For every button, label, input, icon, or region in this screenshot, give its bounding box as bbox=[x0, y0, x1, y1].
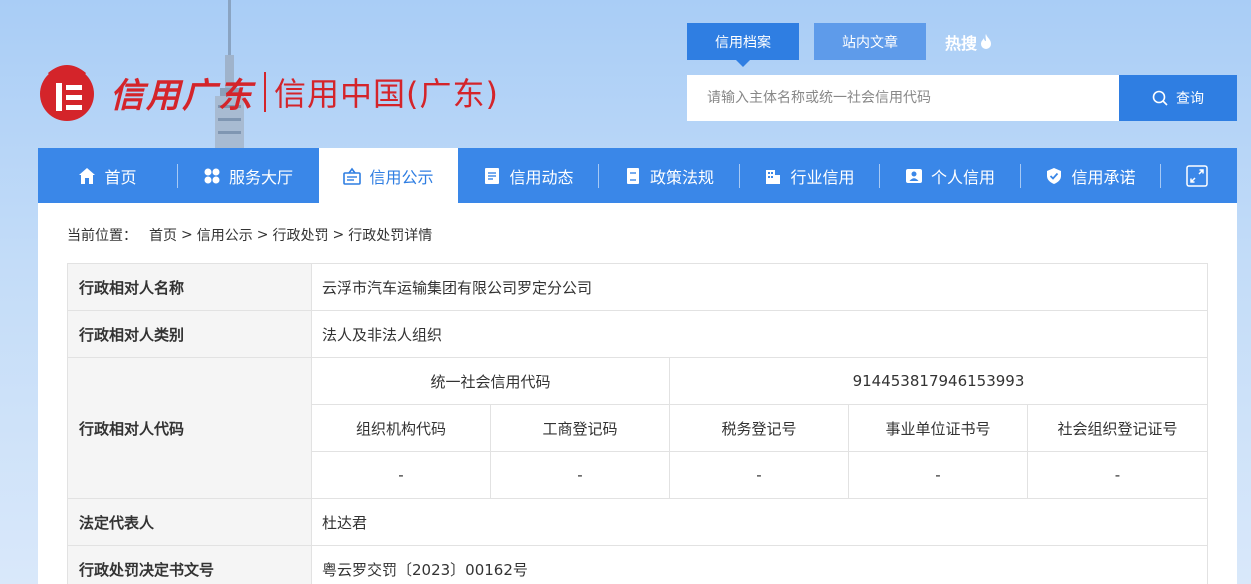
hot-search-link[interactable]: 热搜 bbox=[945, 30, 993, 54]
nav-item-credit-news[interactable]: 信用动态 bbox=[459, 148, 598, 203]
institution-cert-header: 事业单位证书号 bbox=[848, 404, 1028, 452]
breadcrumb-link-home[interactable]: 首页 bbox=[149, 225, 177, 245]
table-row: 行政处罚决定书文号 粤云罗交罚〔2023〕00162号 bbox=[67, 545, 1208, 584]
breadcrumb-separator: > bbox=[181, 227, 193, 243]
code-label: 行政相对人代码 bbox=[67, 357, 312, 499]
org-code-value: - bbox=[311, 451, 491, 499]
breadcrumb-link-credit-publicity[interactable]: 信用公示 bbox=[197, 225, 253, 245]
nav-item-label: 行业信用 bbox=[790, 167, 855, 187]
search-tabs: 信用档案 站内文章 热搜 bbox=[687, 23, 993, 67]
book-icon bbox=[626, 167, 639, 184]
legal-rep-label: 法定代表人 bbox=[67, 498, 312, 546]
nav-item-label: 服务大厅 bbox=[228, 167, 293, 187]
shield-check-icon bbox=[1047, 167, 1062, 184]
search-bar: 查询 bbox=[687, 75, 1237, 121]
news-icon bbox=[485, 167, 500, 184]
business-reg-header: 工商登记码 bbox=[490, 404, 670, 452]
institution-cert-value: - bbox=[848, 451, 1028, 499]
nav-item-label: 首页 bbox=[104, 167, 137, 187]
logo-script-text: 信用广东 bbox=[110, 75, 254, 116]
name-label: 行政相对人名称 bbox=[67, 263, 312, 311]
site-logo[interactable]: 信用广东 信用中国(广东) bbox=[38, 60, 499, 124]
hot-search-label: 热搜 bbox=[945, 33, 978, 53]
penalty-detail-table: 行政相对人名称 云浮市汽车运输集团有限公司罗定分公司 行政相对人类别 法人及非法… bbox=[67, 263, 1208, 584]
decision-number-label: 行政处罚决定书文号 bbox=[67, 545, 312, 584]
search-tab-credit-archive[interactable]: 信用档案 bbox=[687, 23, 799, 67]
nav-item-policies[interactable]: 政策法规 bbox=[599, 148, 739, 203]
org-code-header: 组织机构代码 bbox=[311, 404, 491, 452]
table-row: 法定代表人 杜达君 bbox=[67, 498, 1208, 546]
name-value: 云浮市汽车运输集团有限公司罗定分公司 bbox=[311, 263, 1208, 311]
breadcrumb: 当前位置： 首页 > 信用公示 > 行政处罚 > 行政处罚详情 bbox=[67, 225, 432, 245]
logo-emblem-icon bbox=[40, 65, 94, 121]
social-org-header: 社会组织登记证号 bbox=[1027, 404, 1208, 452]
tax-reg-value: - bbox=[669, 451, 849, 499]
breadcrumb-label: 当前位置： bbox=[67, 228, 137, 244]
nav-item-label: 信用公示 bbox=[369, 167, 434, 187]
nav-item-label: 信用动态 bbox=[509, 167, 574, 187]
nav-item-label: 政策法规 bbox=[649, 167, 714, 187]
breadcrumb-separator: > bbox=[332, 227, 345, 243]
breadcrumb-link-admin-penalty[interactable]: 行政处罚 bbox=[272, 225, 328, 245]
flame-icon bbox=[981, 33, 992, 49]
logo-title: 信用中国(广东) bbox=[274, 75, 499, 113]
nav-item-label: 信用承诺 bbox=[1071, 167, 1136, 187]
table-row: 行政相对人名称 云浮市汽车运输集团有限公司罗定分公司 bbox=[67, 263, 1208, 311]
table-row: 行政相对人代码 统一社会信用代码 914453817946153993 bbox=[67, 357, 1208, 499]
nav-item-industry-credit[interactable]: 行业信用 bbox=[740, 148, 879, 203]
person-card-icon bbox=[905, 168, 922, 183]
tax-reg-header: 税务登记号 bbox=[669, 404, 849, 452]
table-row: 行政相对人类别 法人及非法人组织 bbox=[67, 310, 1208, 358]
main-content: 当前位置： 首页 > 信用公示 > 行政处罚 > 行政处罚详情 行政相对人名称 … bbox=[38, 203, 1237, 584]
building-icon bbox=[766, 169, 781, 184]
search-tab-site-articles[interactable]: 站内文章 bbox=[814, 23, 926, 60]
type-value: 法人及非法人组织 bbox=[311, 310, 1208, 358]
uscc-label: 统一社会信用代码 bbox=[311, 357, 670, 405]
nav-item-label: 个人信用 bbox=[930, 167, 995, 187]
search-icon bbox=[1152, 90, 1168, 106]
legal-rep-value: 杜达君 bbox=[311, 498, 1208, 546]
nav-item-service-hall[interactable]: 服务大厅 bbox=[178, 148, 318, 203]
logo-divider bbox=[264, 72, 266, 112]
search-button-label: 查询 bbox=[1176, 91, 1204, 107]
breadcrumb-separator: > bbox=[256, 227, 269, 243]
social-org-value: - bbox=[1027, 451, 1208, 499]
search-input[interactable] bbox=[687, 75, 1119, 121]
business-reg-value: - bbox=[490, 451, 670, 499]
expand-icon bbox=[1186, 164, 1208, 187]
home-icon bbox=[79, 167, 96, 184]
nav-item-credit-publicity[interactable]: 信用公示 bbox=[319, 148, 458, 203]
expand-button[interactable] bbox=[1161, 148, 1233, 203]
search-button[interactable]: 查询 bbox=[1119, 75, 1237, 121]
nav-item-credit-commitment[interactable]: 信用承诺 bbox=[1021, 148, 1160, 203]
uscc-value: 914453817946153993 bbox=[669, 357, 1208, 405]
grid-icon bbox=[204, 168, 220, 183]
board-icon bbox=[343, 167, 362, 185]
nav-item-home[interactable]: 首页 bbox=[38, 148, 177, 203]
type-label: 行政相对人类别 bbox=[67, 310, 312, 358]
nav-item-personal-credit[interactable]: 个人信用 bbox=[880, 148, 1020, 203]
breadcrumb-current: 行政处罚详情 bbox=[348, 228, 433, 244]
decision-number-value: 粤云罗交罚〔2023〕00162号 bbox=[311, 545, 1208, 584]
main-nav: 首页 服务大厅 信用公示 信用动态 政策法规 行业信用 个人信用 信用承诺 bbox=[38, 148, 1237, 203]
